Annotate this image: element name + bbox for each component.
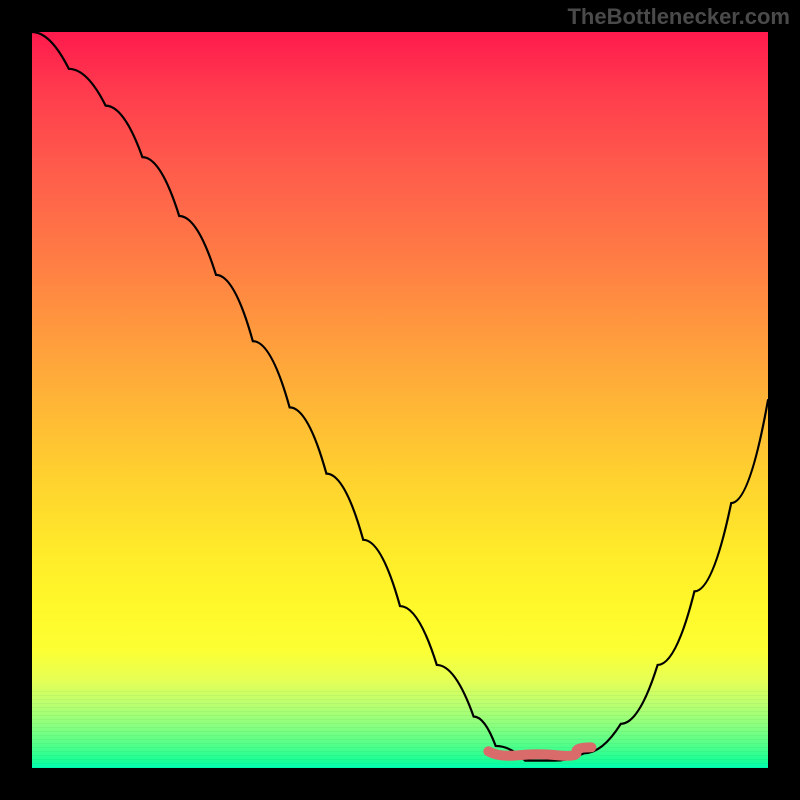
- bottleneck-gradient-plot: [30, 30, 770, 770]
- curve-layer: [32, 32, 768, 768]
- bottom-band-lines: [32, 688, 768, 768]
- watermark-text: TheBottlenecker.com: [567, 4, 790, 30]
- flat-zone-highlight: [488, 747, 591, 756]
- bottleneck-curve: [32, 32, 768, 761]
